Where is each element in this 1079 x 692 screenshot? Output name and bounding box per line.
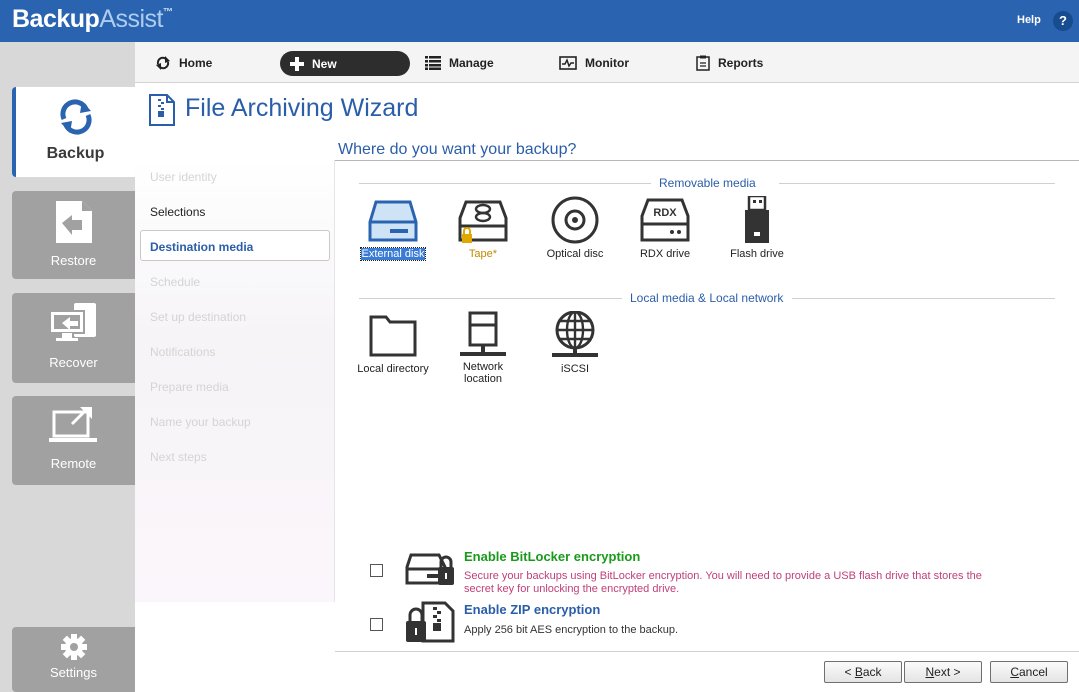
- backup-sync-icon: [59, 99, 92, 135]
- media-optical-disc[interactable]: Optical disc: [535, 196, 615, 262]
- folder-icon: [369, 315, 417, 357]
- nav-recover-tile[interactable]: Recover: [12, 293, 135, 383]
- media-rdx-drive[interactable]: RDX RDX drive: [625, 196, 705, 262]
- top-bar: BackupAssist™ Help ?: [0, 0, 1079, 42]
- page-question: Where do you want your backup?: [338, 141, 577, 158]
- menu-monitor[interactable]: Monitor: [559, 53, 629, 73]
- optical-disc-icon: [551, 196, 599, 244]
- plus-icon: [290, 56, 304, 71]
- zip-lock-icon: [406, 601, 455, 643]
- menu-reports[interactable]: Reports: [696, 53, 763, 73]
- menu-bar: Home New Manage Monitor Reports: [135, 42, 1079, 83]
- restore-icon: [55, 201, 92, 243]
- nav-remote-label: Remote: [50, 456, 97, 471]
- rdx-drive-label: RDX drive: [639, 248, 691, 260]
- local-media-label: Local media & Local network: [630, 291, 784, 305]
- back-button[interactable]: < Back: [824, 661, 902, 683]
- footer-divider: [335, 651, 1079, 652]
- flash-drive-label: Flash drive: [730, 248, 784, 260]
- nav-recover-label: Recover: [49, 355, 98, 370]
- nav-remote-tile[interactable]: Remote: [12, 396, 135, 485]
- bitlocker-title[interactable]: Enable BitLocker encryption: [464, 549, 640, 564]
- globe-network-icon: [552, 311, 598, 357]
- cancel-button[interactable]: Cancel: [990, 661, 1068, 683]
- iscsi-label: iSCSI: [560, 363, 590, 375]
- nav-settings-tile[interactable]: Settings: [12, 627, 135, 692]
- network-location-icon: [460, 311, 506, 356]
- step-user-identity: User identity: [150, 170, 217, 184]
- external-disk-label: External disk: [359, 247, 427, 261]
- nav-restore-tile[interactable]: Restore: [12, 191, 135, 279]
- gear-icon: [60, 634, 87, 660]
- menu-new-button[interactable]: New: [280, 51, 410, 76]
- home-sync-icon: [156, 56, 170, 70]
- media-iscsi[interactable]: iSCSI: [535, 311, 615, 377]
- media-network-location[interactable]: Network location: [443, 311, 523, 387]
- media-flash-drive[interactable]: Flash drive: [717, 196, 797, 262]
- step-schedule: Schedule: [150, 275, 201, 289]
- step-notifications: Notifications: [150, 345, 216, 359]
- bitlocker-description-line1: Secure your backups using BitLocker encr…: [464, 570, 982, 582]
- step-prepare-media: Prepare media: [150, 380, 229, 394]
- removable-media-label: Removable media: [659, 176, 756, 190]
- menu-manage[interactable]: Manage: [425, 53, 494, 73]
- local-directory-label: Local directory: [357, 363, 429, 375]
- media-external-disk[interactable]: External disk: [353, 196, 433, 262]
- monitor-pulse-icon: [559, 56, 577, 70]
- bitlocker-drive-lock-icon: [405, 553, 454, 585]
- brand-logo: BackupAssist™: [12, 5, 173, 33]
- external-disk-icon: [368, 200, 418, 242]
- nav-settings-label: Settings: [50, 665, 97, 680]
- clipboard-icon: [696, 55, 710, 71]
- network-location-label: Network location: [462, 361, 504, 385]
- menu-home[interactable]: Home: [155, 53, 212, 73]
- nav-backup-label: Backup: [46, 145, 105, 162]
- archive-file-icon: [149, 94, 175, 126]
- step-selections[interactable]: Selections: [150, 205, 205, 219]
- step-destination-media[interactable]: Destination media: [140, 230, 330, 261]
- bitlocker-checkbox[interactable]: [370, 564, 383, 577]
- step-set-up-destination: Set up destination: [150, 310, 247, 324]
- left-nav: Backup Restore Recover Remote Settings: [0, 42, 135, 692]
- local-media-header: Local media & Local network: [359, 291, 1055, 307]
- list-icon: [425, 56, 441, 70]
- tape-label: Tape*: [468, 248, 498, 260]
- wizard-steps-panel: User identity Selections Destination med…: [135, 160, 335, 602]
- wizard-title: File Archiving Wizard: [185, 94, 419, 122]
- destination-content: Removable media External disk Tape* Opti…: [335, 161, 1079, 651]
- bitlocker-description-line2: secret key for unlocking the encrypted d…: [464, 583, 680, 595]
- nav-backup-tile[interactable]: Backup: [12, 87, 135, 177]
- removable-media-header: Removable media: [359, 176, 1055, 192]
- help-link[interactable]: Help: [1017, 14, 1041, 26]
- step-name-your-backup: Name your backup: [150, 415, 251, 429]
- optical-disc-label: Optical disc: [546, 248, 604, 260]
- zip-encryption-description: Apply 256 bit AES encryption to the back…: [464, 624, 679, 636]
- rdx-drive-icon: RDX: [640, 198, 690, 242]
- zip-encryption-checkbox[interactable]: [370, 618, 383, 631]
- step-next-steps: Next steps: [150, 450, 207, 464]
- media-tape[interactable]: Tape*: [443, 196, 523, 262]
- nav-restore-label: Restore: [50, 253, 97, 268]
- svg-text:RDX: RDX: [653, 207, 677, 219]
- tape-icon: [458, 200, 508, 243]
- help-icon[interactable]: ?: [1053, 11, 1073, 31]
- zip-encryption-title[interactable]: Enable ZIP encryption: [464, 602, 600, 617]
- recover-icon: [48, 303, 96, 341]
- media-local-directory[interactable]: Local directory: [353, 311, 433, 377]
- next-button[interactable]: Next >: [904, 661, 982, 683]
- flash-drive-icon: [745, 196, 769, 243]
- remote-icon: [48, 406, 97, 442]
